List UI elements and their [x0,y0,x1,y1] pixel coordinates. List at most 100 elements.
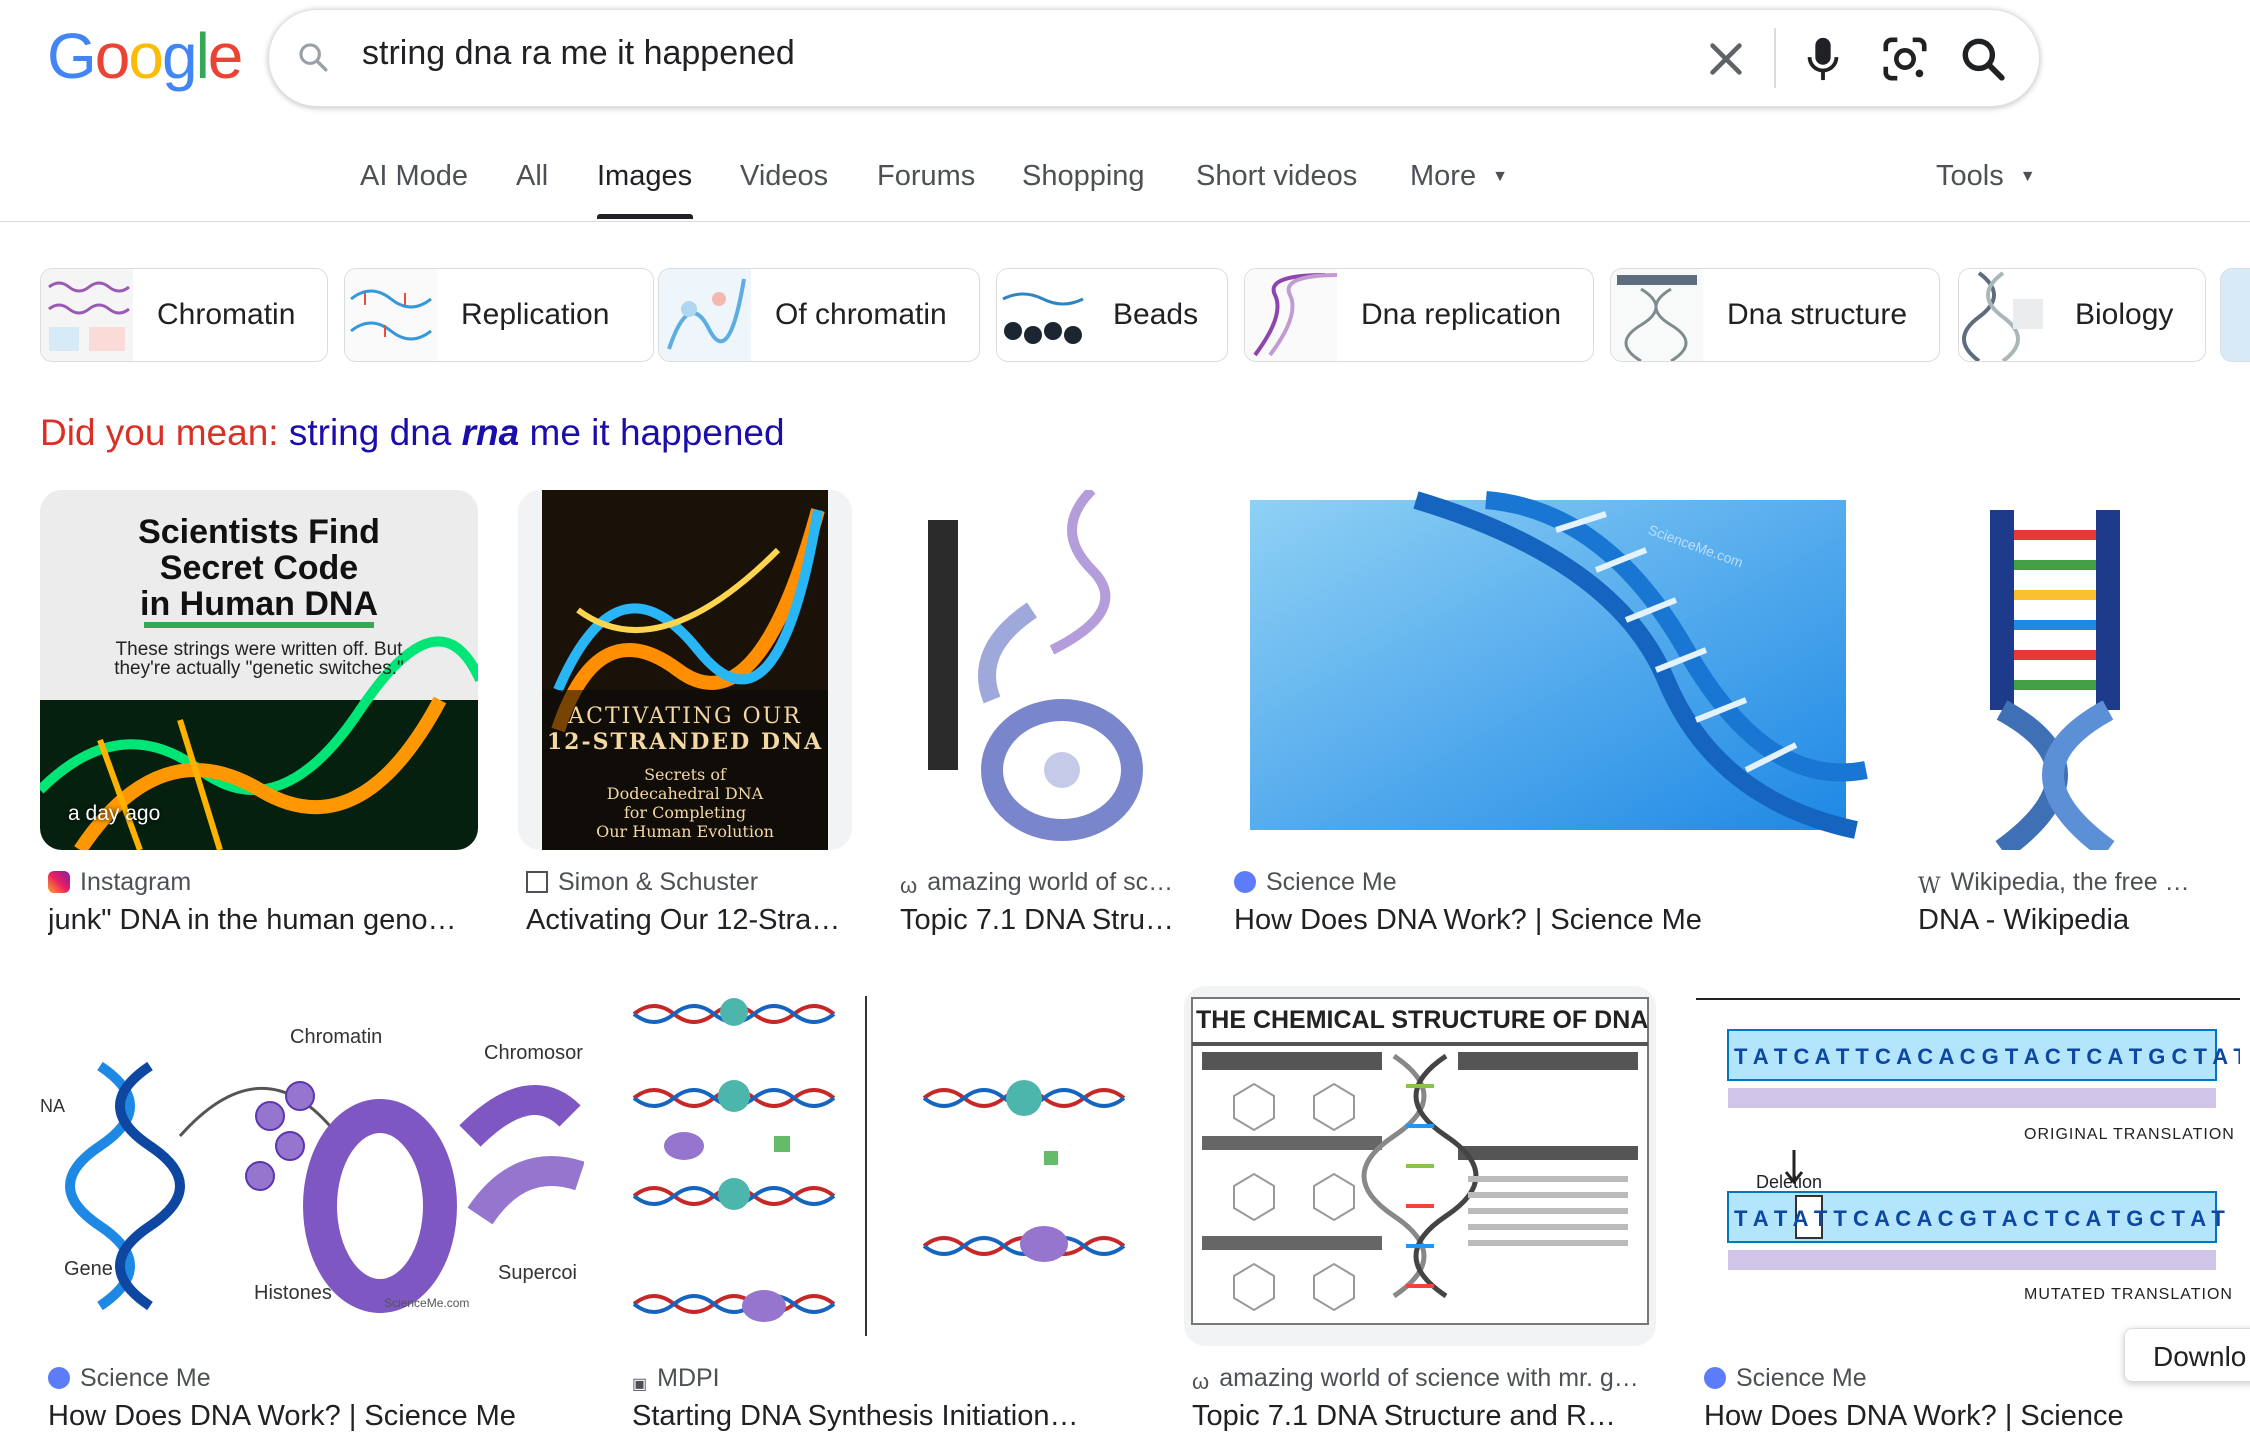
tab-all[interactable]: All [516,160,548,193]
result-source[interactable]: W Wikipedia, the free … [1918,868,2208,898]
tab-forums[interactable]: Forums [877,160,975,193]
result-source[interactable]: Science Me [1704,1364,2124,1393]
result-title[interactable]: How Does DNA Work? | Science Me [1234,904,1854,937]
result-source[interactable]: Science Me [1234,868,1854,897]
chip-thumbnail [1245,269,1337,361]
result-image-5[interactable] [1910,490,2200,850]
result-image-8[interactable]: THE CHEMICAL STRUCTURE OF DNA [1184,986,1656,1346]
result-source-label: amazing world of science with mr. g… [1219,1364,1639,1392]
result-title[interactable]: Activating Our 12-Stra… [526,904,856,937]
result-source[interactable]: Science Me [48,1364,578,1393]
result-title[interactable]: Topic 7.1 DNA Stru… [900,904,1190,937]
svg-text:T A T C A T T C A C A C G T A: T A T C A T T C A C A C G T A C T C A T … [1734,1044,2240,1069]
chip-thumbnail [41,269,133,361]
chip-label: Chromatin [157,298,296,331]
camera-lens-icon[interactable] [1880,34,1930,84]
thumb-subtext-line: they're actually "genetic switches." [114,658,404,679]
result-title[interactable]: Topic 7.1 DNA Structure and R… [1192,1400,1652,1433]
result-image-3[interactable] [892,490,1186,850]
chip-dna-replication[interactable]: Dna replication [1244,268,1594,362]
tab-more[interactable]: More ▼ [1410,160,1508,193]
chip-thumbnail [1611,269,1703,361]
chip-of-chromatin[interactable]: Of chromatin [658,268,980,362]
search-input[interactable]: string dna ra me it happened [362,34,795,73]
caret-down-icon: ▼ [2019,168,2036,185]
result-title[interactable]: How Does DNA Work? | Science Me [1704,1400,2124,1433]
svg-text:T A T A T T C A C A C G T A: T A T A T T C A C A C G T A C T C A T G … [1734,1206,2225,1231]
result-image-9[interactable]: T A T C A T T C A C A C G T A C T C A T … [1696,998,2240,1338]
tab-short-videos[interactable]: Short videos [1196,160,1357,193]
result-title[interactable]: Starting DNA Synthesis Initiation… [632,1400,1142,1433]
chip-label: Of chromatin [775,298,947,331]
clear-icon[interactable] [1703,36,1749,82]
chip-dna-structure[interactable]: Dna structure [1610,268,1940,362]
chip-replication[interactable]: Replication [344,268,654,362]
tab-shopping[interactable]: Shopping [1022,160,1145,193]
did-you-mean-link[interactable]: string dna rna me it happened [289,412,785,453]
result-source-label: Instagram [80,868,192,896]
bookmark-icon [526,871,548,893]
result-title[interactable]: DNA - Wikipedia [1918,904,2208,937]
tools-label: Tools [1936,160,2004,192]
result-source[interactable]: Instagram [48,868,468,897]
result-source-label: amazing world of sc… [927,868,1174,896]
diagram-label: NA [40,1096,66,1116]
result-title[interactable]: junk" DNA in the human geno… [48,904,468,937]
diagram-watermark: ScienceMe.com [384,1296,470,1310]
result-thumbnail [1250,491,1868,839]
nav-divider [0,221,2250,222]
result-source[interactable]: ω amazing world of science with mr. g… [1192,1364,1652,1393]
result-image-1[interactable]: Scientists Find Secret Code in Human DNA… [40,490,478,850]
diagram-label: Chromatin [290,1026,383,1048]
result-title[interactable]: How Does DNA Work? | Science Me [48,1400,578,1433]
chip-label: Replication [461,298,610,331]
result-thumbnail [624,986,1144,1346]
result-image-4[interactable]: ScienceMe.com [1226,490,1870,850]
science-me-icon [48,1367,70,1389]
result-thumbnail [1191,997,1649,1325]
diagram-label: MUTATED TRANSLATION [2024,1286,2233,1303]
chip-more[interactable] [2220,268,2250,362]
result-thumbnail [892,490,1186,850]
book-cover-line: Dodecahedral DNA [606,784,764,803]
google-logo[interactable]: Google [47,20,243,92]
thumb-headline-line: Secret Code [159,549,359,587]
site-logo-icon: ω [1192,1369,1210,1393]
result-source[interactable]: ω amazing world of sc… [900,868,1190,897]
chip-chromatin[interactable]: Chromatin [40,268,328,362]
book-cover-line: ACTIVATING OUR [568,704,802,729]
search-icon [299,43,328,72]
tab-images[interactable]: Images [597,160,692,193]
search-divider [1774,28,1776,88]
diagram-label: Gene [64,1258,113,1280]
thumb-headline-line: in Human DNA [140,585,378,623]
search-submit-icon[interactable] [1958,34,2008,84]
result-image-7[interactable] [624,986,1144,1346]
chip-thumbnail [659,269,751,361]
time-badge: a day ago [68,802,161,825]
chip-biology[interactable]: Biology [1958,268,2206,362]
result-source-label: Science Me [80,1364,211,1392]
chip-beads[interactable]: Beads [996,268,1228,362]
result-source-label: Wikipedia, the free … [1950,868,2190,896]
result-source-label: Simon & Schuster [558,868,759,896]
science-me-icon [1234,871,1256,893]
diagram-label: Chromosor [484,1042,583,1064]
result-image-2[interactable]: ACTIVATING OUR 12-STRANDED DNA Secrets o… [518,490,852,850]
suggestion-before: string dna [288,412,452,453]
result-source[interactable]: ▣ MDPI [632,1364,1142,1396]
suggestion-after: me it happened [529,412,785,453]
result-source-label: Science Me [1736,1364,1867,1392]
tools-button[interactable]: Tools ▼ [1936,160,2036,193]
microphone-icon[interactable] [1800,34,1846,84]
suggestion-emphasis: rna [461,412,520,453]
tab-videos[interactable]: Videos [740,160,828,193]
diagram-label: Deletion [1756,1172,1823,1192]
book-cover-line: Our Human Evolution [596,822,774,841]
tab-ai-mode[interactable]: AI Mode [360,160,468,193]
did-you-mean: Did you mean: string dna rna me it happe… [40,412,785,454]
active-tab-indicator [597,214,693,219]
chip-thumbnail [1959,269,2051,361]
result-source[interactable]: Simon & Schuster [526,868,856,897]
result-image-6[interactable]: Chromatin Chromosor NA Gene Histones Sup… [40,986,584,1346]
